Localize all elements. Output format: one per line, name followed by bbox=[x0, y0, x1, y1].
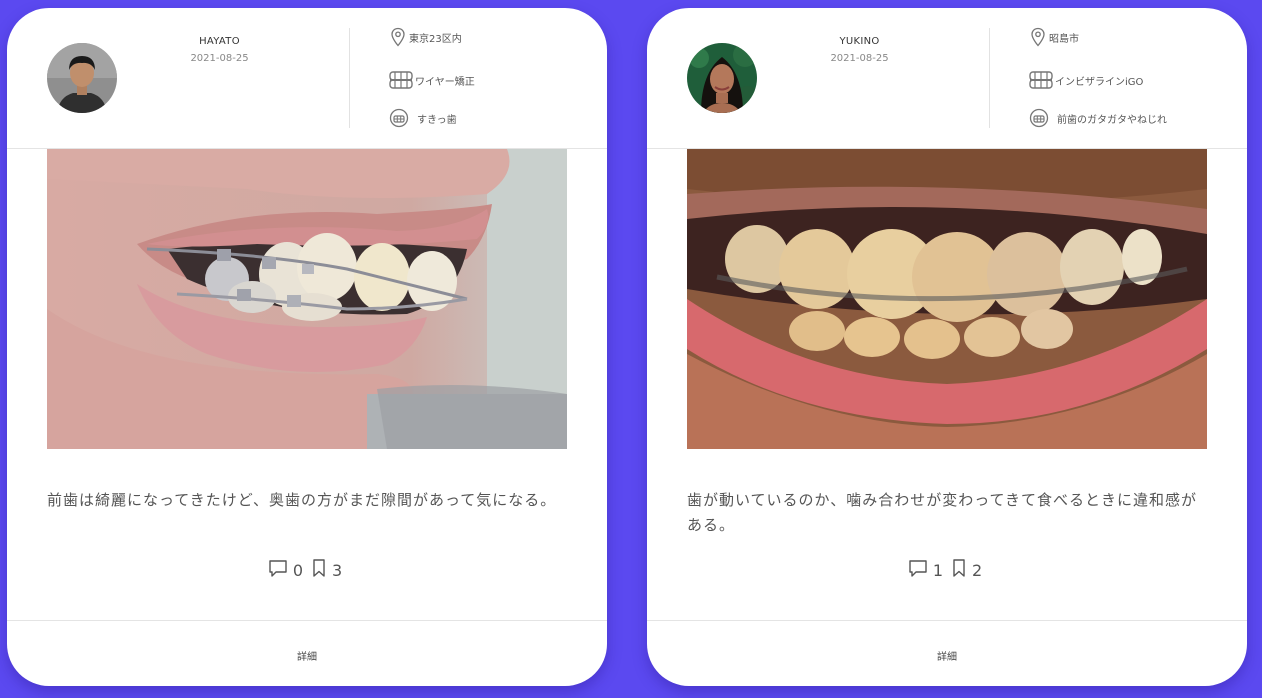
condition-row: 前歯のガタガタやねじれ bbox=[1029, 107, 1167, 129]
teeth-photo[interactable] bbox=[687, 149, 1207, 449]
teeth-photo[interactable] bbox=[47, 149, 567, 449]
teeth-icon bbox=[389, 108, 409, 128]
condition-text: 前歯のガタガタやねじれ bbox=[1057, 114, 1167, 126]
condition-text: すきっ歯 bbox=[417, 114, 457, 126]
comment-bubble-icon bbox=[908, 558, 928, 582]
post-card: HAYATO 2021-08-25 東京23区内 ワイヤー矯正 すきっ歯 前歯は… bbox=[7, 8, 607, 686]
post-comment: 前歯は綺麗になってきたけど、奥歯の方がまだ隙間があって気になる。 bbox=[47, 491, 557, 509]
bookmark-icon bbox=[951, 558, 967, 582]
location-text: 東京23区内 bbox=[409, 33, 462, 45]
teeth-icon bbox=[1029, 108, 1049, 128]
post-stats: 0 3 bbox=[7, 559, 607, 581]
divider bbox=[989, 28, 990, 128]
bookmarks-stat[interactable]: 2 bbox=[951, 558, 986, 582]
post-date: 2021-08-25 bbox=[830, 53, 889, 64]
detail-link[interactable]: 詳細 bbox=[647, 648, 1247, 663]
comments-stat[interactable]: 1 bbox=[908, 558, 947, 582]
post-stats: 1 2 bbox=[647, 559, 1247, 581]
treatment-text: ワイヤー矯正 bbox=[415, 76, 475, 88]
divider bbox=[7, 620, 607, 621]
bookmarks-stat[interactable]: 3 bbox=[311, 558, 346, 582]
treatment-row: インビザラインiGO bbox=[1029, 69, 1143, 91]
comments-count: 0 bbox=[292, 560, 303, 580]
braces-icon bbox=[389, 70, 413, 90]
map-pin-icon bbox=[389, 27, 407, 47]
username[interactable]: HAYATO bbox=[132, 36, 307, 47]
bookmarks-count: 3 bbox=[332, 560, 343, 580]
treatment-row: ワイヤー矯正 bbox=[389, 69, 475, 91]
braces-icon bbox=[1029, 70, 1053, 90]
bookmarks-count: 2 bbox=[972, 560, 983, 580]
comments-stat[interactable]: 0 bbox=[268, 558, 307, 582]
map-pin-icon bbox=[1029, 27, 1047, 47]
comments-count: 1 bbox=[932, 560, 943, 580]
divider bbox=[647, 620, 1247, 621]
post-comment: 歯が動いているのか、噛み合わせが変わってきて食べるときに違和感がある。 bbox=[687, 491, 1198, 534]
avatar[interactable] bbox=[687, 43, 757, 113]
treatment-text: インビザラインiGO bbox=[1055, 76, 1144, 88]
username[interactable]: YUKINO bbox=[772, 36, 947, 47]
location-row: 昭島市 bbox=[1029, 26, 1079, 48]
bookmark-icon bbox=[311, 558, 327, 582]
location-text: 昭島市 bbox=[1049, 33, 1079, 45]
avatar[interactable] bbox=[47, 43, 117, 113]
post-date: 2021-08-25 bbox=[190, 53, 249, 64]
comment-bubble-icon bbox=[268, 558, 288, 582]
detail-link[interactable]: 詳細 bbox=[7, 648, 607, 663]
divider bbox=[349, 28, 350, 128]
post-card: YUKINO 2021-08-25 昭島市 インビザラインiGO 前歯のガタガタ… bbox=[647, 8, 1247, 686]
location-row: 東京23区内 bbox=[389, 26, 462, 48]
condition-row: すきっ歯 bbox=[389, 107, 457, 129]
